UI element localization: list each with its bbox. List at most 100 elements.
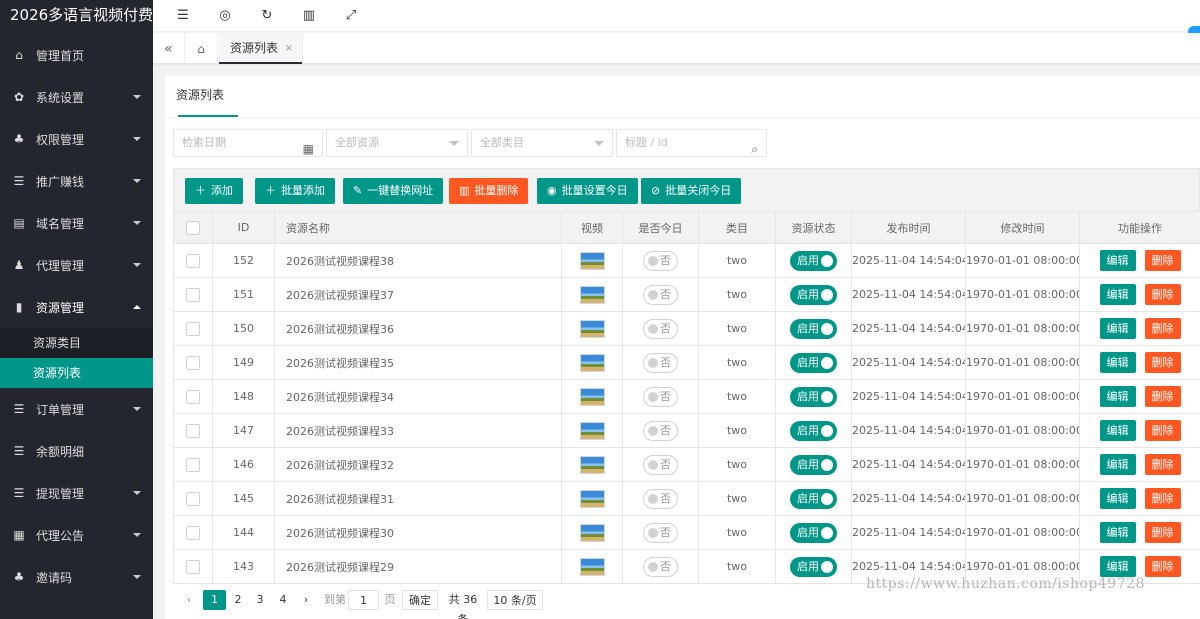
sidebar-item[interactable]: ▮ 资源管理: [0, 286, 153, 328]
col-header-id[interactable]: ID: [212, 211, 275, 244]
video-thumbnail[interactable]: [579, 285, 605, 304]
col-header-published[interactable]: 发布时间: [851, 211, 966, 244]
delete-button[interactable]: 删除: [1144, 318, 1181, 339]
globe-icon[interactable]: ◎: [217, 7, 233, 23]
video-thumbnail[interactable]: [579, 523, 605, 542]
today-toggle[interactable]: 否: [643, 420, 678, 441]
today-toggle[interactable]: 否: [643, 556, 678, 577]
edit-button[interactable]: 编辑: [1099, 488, 1136, 509]
col-header-modified[interactable]: 修改时间: [965, 211, 1080, 244]
row-checkbox[interactable]: [186, 389, 200, 404]
batch-set-today-button[interactable]: ◉ 批量设置今日: [537, 178, 638, 204]
date-filter-input[interactable]: 检索日期 ▦: [173, 129, 323, 157]
goto-page-input[interactable]: 1: [348, 590, 379, 610]
delete-button[interactable]: 删除: [1144, 488, 1181, 509]
trash-icon[interactable]: ▥: [301, 7, 317, 23]
col-header-video[interactable]: 视频: [561, 211, 623, 244]
row-checkbox-cell[interactable]: [173, 277, 213, 312]
row-checkbox-cell[interactable]: [173, 549, 213, 584]
video-thumbnail[interactable]: [579, 319, 605, 338]
row-checkbox[interactable]: [186, 457, 200, 472]
edit-button[interactable]: 编辑: [1099, 556, 1136, 577]
status-toggle[interactable]: 启用: [790, 318, 837, 339]
today-toggle[interactable]: 否: [643, 454, 678, 475]
row-checkbox[interactable]: [186, 321, 200, 336]
col-header-category[interactable]: 类目: [698, 211, 776, 244]
search-icon[interactable]: ⌕: [751, 136, 758, 162]
row-checkbox-cell[interactable]: [173, 515, 213, 550]
sidebar-item[interactable]: ☰ 订单管理: [0, 388, 153, 430]
menu-toggle-icon[interactable]: ☰: [175, 7, 191, 23]
row-checkbox-cell[interactable]: [173, 379, 213, 414]
select-all-checkbox-cell[interactable]: [173, 211, 213, 244]
row-checkbox[interactable]: [186, 491, 200, 506]
today-toggle[interactable]: 否: [643, 318, 678, 339]
status-toggle[interactable]: 启用: [790, 250, 837, 271]
add-button[interactable]: ＋ 添加: [185, 178, 243, 204]
edit-button[interactable]: 编辑: [1099, 318, 1136, 339]
row-checkbox-cell[interactable]: [173, 481, 213, 516]
delete-button[interactable]: 删除: [1144, 454, 1181, 475]
sidebar-item[interactable]: ♣ 权限管理: [0, 118, 153, 160]
status-toggle[interactable]: 启用: [790, 420, 837, 441]
row-checkbox-cell[interactable]: [173, 243, 213, 278]
page-size-select[interactable]: 10 条/页 ⌄: [487, 590, 543, 619]
delete-button[interactable]: 删除: [1144, 556, 1181, 577]
tab-close-icon[interactable]: ×: [285, 33, 293, 64]
status-toggle[interactable]: 启用: [790, 386, 837, 407]
status-toggle[interactable]: 启用: [790, 522, 837, 543]
delete-button[interactable]: 删除: [1144, 352, 1181, 373]
tab-resource-list[interactable]: 资源列表 ×: [219, 33, 303, 64]
edit-button[interactable]: 编辑: [1099, 284, 1136, 305]
page-2[interactable]: 2: [229, 590, 247, 610]
sidebar-item[interactable]: ♣ 邀请码: [0, 556, 153, 598]
sidebar-item[interactable]: ♟ 代理管理: [0, 244, 153, 286]
video-thumbnail[interactable]: [579, 251, 605, 270]
edit-button[interactable]: 编辑: [1099, 454, 1136, 475]
delete-button[interactable]: 删除: [1144, 250, 1181, 271]
sidebar-subitem[interactable]: 资源类目: [0, 328, 153, 358]
row-checkbox[interactable]: [186, 253, 200, 268]
row-checkbox-cell[interactable]: [173, 345, 213, 380]
home-tab-icon[interactable]: ⌂: [185, 33, 218, 64]
today-toggle[interactable]: 否: [643, 284, 678, 305]
select-all-checkbox[interactable]: [186, 220, 200, 235]
fullscreen-icon[interactable]: ⤢: [343, 7, 359, 23]
col-header-name[interactable]: 资源名称: [274, 211, 562, 244]
row-checkbox[interactable]: [186, 423, 200, 438]
status-toggle[interactable]: 启用: [790, 352, 837, 373]
row-checkbox[interactable]: [186, 287, 200, 302]
next-page-icon[interactable]: ›: [298, 590, 314, 610]
sidebar-subitem[interactable]: 资源列表: [0, 358, 153, 388]
sidebar-item[interactable]: ☰ 推广赚钱: [0, 160, 153, 202]
batch-add-button[interactable]: ＋ 批量添加: [255, 178, 335, 204]
card-tab[interactable]: 资源列表: [165, 76, 238, 117]
video-thumbnail[interactable]: [579, 455, 605, 474]
refresh-icon[interactable]: ↻: [259, 7, 275, 23]
video-thumbnail[interactable]: [579, 489, 605, 508]
page-1[interactable]: 1: [203, 590, 226, 610]
status-toggle[interactable]: 启用: [790, 488, 837, 509]
delete-button[interactable]: 删除: [1144, 420, 1181, 441]
row-checkbox[interactable]: [186, 559, 200, 574]
row-checkbox-cell[interactable]: [173, 311, 213, 346]
today-toggle[interactable]: 否: [643, 250, 678, 271]
video-thumbnail[interactable]: [579, 421, 605, 440]
delete-button[interactable]: 删除: [1144, 284, 1181, 305]
col-header-today[interactable]: 是否今日: [622, 211, 699, 244]
video-thumbnail[interactable]: [579, 557, 605, 576]
prev-page-icon[interactable]: ‹: [181, 590, 197, 610]
resource-select[interactable]: 全部资源: [326, 129, 468, 157]
today-toggle[interactable]: 否: [643, 522, 678, 543]
video-thumbnail[interactable]: [579, 353, 605, 372]
tabs-scroll-left-icon[interactable]: «: [153, 33, 185, 64]
row-checkbox[interactable]: [186, 355, 200, 370]
status-toggle[interactable]: 启用: [790, 454, 837, 475]
today-toggle[interactable]: 否: [643, 386, 678, 407]
video-thumbnail[interactable]: [579, 387, 605, 406]
delete-button[interactable]: 删除: [1144, 386, 1181, 407]
sidebar-item[interactable]: ⌂ 管理首页: [0, 34, 153, 76]
today-toggle[interactable]: 否: [643, 488, 678, 509]
edit-button[interactable]: 编辑: [1099, 352, 1136, 373]
sidebar-item[interactable]: ▤ 域名管理: [0, 202, 153, 244]
